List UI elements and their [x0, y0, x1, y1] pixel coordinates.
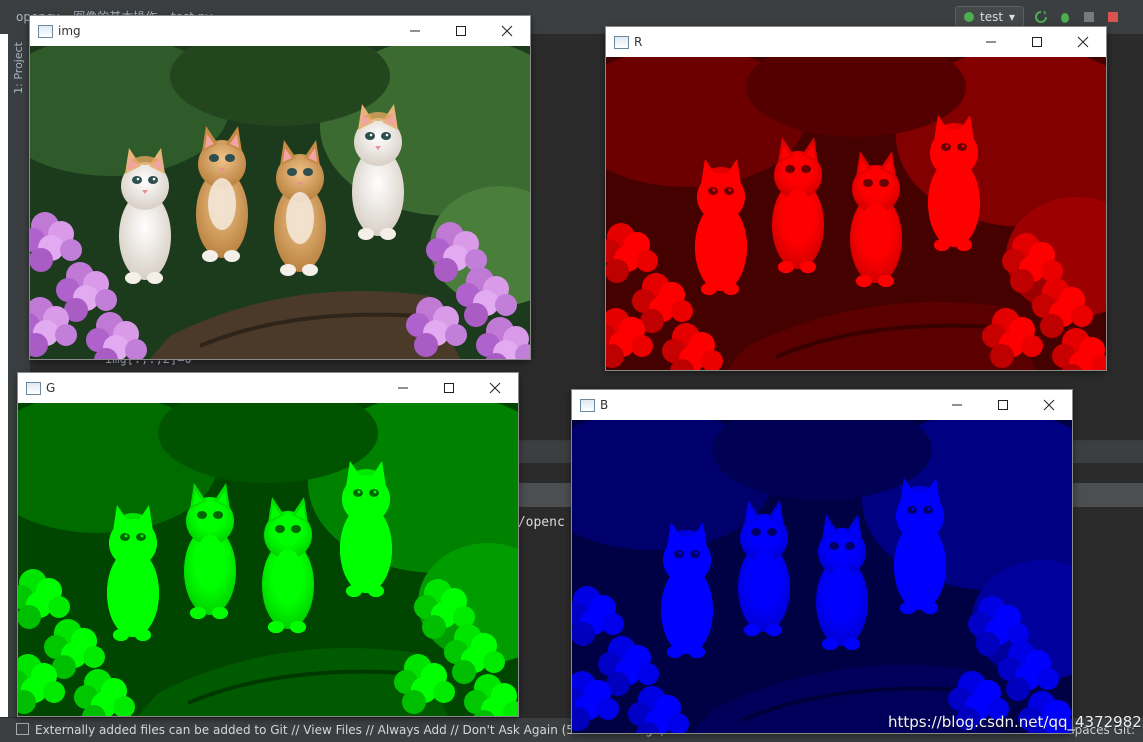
- window-controls: [968, 27, 1106, 57]
- status-message-text: Externally added files can be added to G…: [35, 723, 665, 737]
- python-icon: [964, 12, 974, 22]
- window-img[interactable]: img: [30, 16, 530, 359]
- image-green-channel: [18, 403, 518, 716]
- app-icon: [38, 25, 53, 38]
- app-icon: [26, 382, 41, 395]
- maximize-icon[interactable]: [438, 16, 484, 46]
- watermark: https://blog.csdn.net/qq_43729822: [888, 713, 1143, 731]
- maximize-icon[interactable]: [1014, 27, 1060, 57]
- window-controls: [380, 373, 518, 403]
- minimize-icon[interactable]: [392, 16, 438, 46]
- coverage-icon[interactable]: [1082, 10, 1096, 24]
- run-config-label: test: [980, 10, 1004, 24]
- chevron-down-icon: ▾: [1009, 10, 1016, 24]
- image-original: [30, 46, 530, 359]
- close-icon[interactable]: [1026, 390, 1072, 420]
- window-title: R: [634, 35, 643, 49]
- window-b[interactable]: B: [572, 390, 1072, 733]
- window-titlebar[interactable]: R: [606, 27, 1106, 57]
- minimize-icon[interactable]: [380, 373, 426, 403]
- console-output: n/openc: [510, 515, 565, 530]
- close-icon[interactable]: [484, 16, 530, 46]
- window-titlebar[interactable]: img: [30, 16, 530, 46]
- status-message[interactable]: Externally added files can be added to G…: [16, 723, 665, 737]
- window-g[interactable]: G: [18, 373, 518, 716]
- window-controls: [934, 390, 1072, 420]
- minimize-icon[interactable]: [968, 27, 1014, 57]
- run-controls: test ▾: [955, 6, 1120, 28]
- notification-icon: [16, 723, 29, 735]
- window-titlebar[interactable]: B: [572, 390, 1072, 420]
- run-config-select[interactable]: test ▾: [955, 6, 1025, 28]
- app-icon: [580, 399, 595, 412]
- image-red-channel: [606, 57, 1106, 370]
- window-titlebar[interactable]: G: [18, 373, 518, 403]
- window-title: G: [46, 381, 56, 395]
- maximize-icon[interactable]: [426, 373, 472, 403]
- app-icon: [614, 36, 629, 49]
- close-icon[interactable]: [472, 373, 518, 403]
- maximize-icon[interactable]: [980, 390, 1026, 420]
- window-title: img: [58, 24, 81, 38]
- image-blue-channel: [572, 420, 1072, 733]
- window-r[interactable]: R: [606, 27, 1106, 370]
- desktop-edge: [0, 34, 8, 742]
- stop-icon[interactable]: [1106, 10, 1120, 24]
- window-title: B: [600, 398, 609, 412]
- window-controls: [392, 16, 530, 46]
- debug-icon[interactable]: [1058, 10, 1072, 24]
- minimize-icon[interactable]: [934, 390, 980, 420]
- project-tool-button[interactable]: 1: Project: [12, 42, 25, 94]
- close-icon[interactable]: [1060, 27, 1106, 57]
- rerun-icon[interactable]: [1034, 10, 1048, 24]
